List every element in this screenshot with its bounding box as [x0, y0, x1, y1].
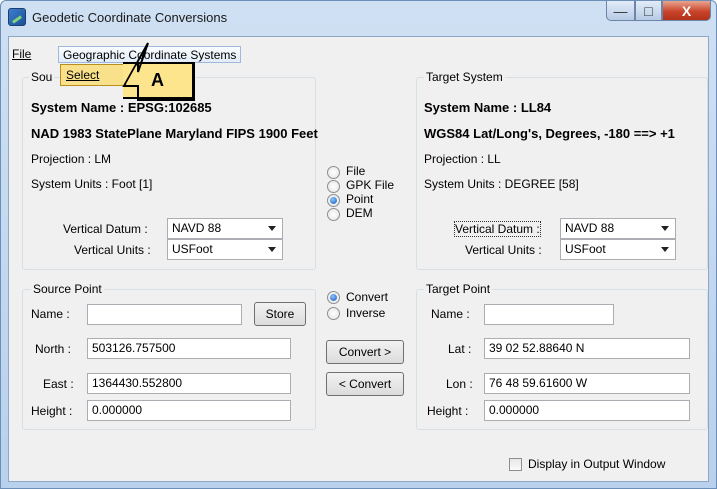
window-title: Geodetic Coordinate Conversions — [32, 10, 228, 25]
source-point-group-title: Source Point — [31, 282, 104, 296]
source-vertical-datum-value: NAVD 88 — [172, 221, 222, 235]
callout-arrow-head-fill — [126, 66, 137, 84]
source-height-input[interactable]: 0.000000 — [87, 400, 291, 421]
target-system-name: System Name : LL84 — [424, 100, 552, 115]
source-system-units: System Units : Foot [1] — [31, 177, 153, 191]
source-height-label: Height : — [31, 404, 73, 418]
lat-label: Lat : — [448, 342, 472, 356]
menu-file[interactable]: File — [8, 46, 35, 63]
display-output-label[interactable]: Display in Output Window — [528, 457, 665, 471]
menu-file-label: File — [12, 47, 32, 61]
source-vertical-datum-select[interactable]: NAVD 88 — [167, 218, 283, 239]
close-button[interactable]: X — [662, 1, 711, 21]
source-name-input[interactable] — [87, 304, 242, 325]
menu-item-select-label: Select — [66, 68, 100, 82]
convert-back-button[interactable]: < Convert — [326, 372, 404, 396]
target-height-input[interactable]: 0.000000 — [484, 400, 690, 421]
radio-gpk-file-label[interactable]: GPK File — [346, 178, 394, 192]
source-vertical-datum-label: Vertical Datum : — [63, 222, 148, 236]
chevron-down-icon — [268, 247, 276, 252]
source-vertical-units-value: USFoot — [172, 242, 213, 256]
radio-point[interactable] — [327, 194, 340, 207]
chevron-down-icon — [661, 247, 669, 252]
target-vertical-units-label: Vertical Units : — [465, 243, 542, 257]
title-bar[interactable]: Geodetic Coordinate Conversions — □ X — [0, 0, 717, 36]
radio-gpk-file[interactable] — [327, 180, 340, 193]
target-vertical-units-value: USFoot — [565, 242, 606, 256]
source-system-group-title: Sou — [29, 70, 55, 84]
east-input[interactable]: 1364430.552800 — [87, 373, 291, 394]
north-input[interactable]: 503126.757500 — [87, 338, 291, 359]
lon-label: Lon : — [446, 377, 473, 391]
convert-forward-label: Convert > — [338, 345, 392, 359]
display-output-checkbox[interactable] — [509, 458, 522, 471]
radio-inverse[interactable] — [327, 307, 340, 320]
chevron-down-icon — [661, 226, 669, 231]
lon-input[interactable]: 76 48 59.61600 W — [484, 373, 690, 394]
source-vertical-units-select[interactable]: USFoot — [167, 239, 283, 260]
target-vertical-datum-label: Vertical Datum : — [454, 221, 541, 237]
radio-dem-label[interactable]: DEM — [346, 206, 373, 220]
radio-point-label[interactable]: Point — [346, 192, 373, 206]
target-point-group-title: Target Point — [424, 282, 493, 296]
radio-convert[interactable] — [327, 291, 340, 304]
chevron-down-icon — [268, 226, 276, 231]
source-projection: Projection : LM — [31, 152, 112, 166]
target-name-label: Name : — [431, 307, 470, 321]
source-system-description: NAD 1983 StatePlane Maryland FIPS 1900 F… — [31, 126, 318, 141]
target-system-group-title: Target System — [424, 70, 505, 84]
radio-inverse-label[interactable]: Inverse — [346, 306, 385, 320]
store-button-label: Store — [265, 307, 295, 321]
radio-file[interactable] — [327, 166, 340, 179]
north-label: North : — [35, 342, 72, 356]
radio-convert-label[interactable]: Convert — [346, 290, 388, 304]
convert-back-label: < Convert — [338, 377, 392, 391]
target-system-description: WGS84 Lat/Long's, Degrees, -180 ==> +1 — [424, 126, 675, 141]
target-system-units: System Units : DEGREE [58] — [424, 177, 579, 191]
target-projection: Projection : LL — [424, 152, 501, 166]
radio-file-label[interactable]: File — [346, 164, 365, 178]
store-button[interactable]: Store — [254, 302, 306, 326]
minimize-button[interactable]: — — [606, 1, 635, 21]
app-globe-icon — [8, 8, 26, 26]
callout-arrow-icon — [122, 42, 195, 101]
lat-input[interactable]: 39 02 52.88640 N — [484, 338, 690, 359]
maximize-button[interactable]: □ — [635, 1, 662, 21]
target-vertical-datum-select[interactable]: NAVD 88 — [560, 218, 676, 239]
convert-forward-button[interactable]: Convert > — [326, 340, 404, 364]
east-label: East : — [43, 377, 74, 391]
radio-dem[interactable] — [327, 208, 340, 221]
target-name-input[interactable] — [484, 304, 614, 325]
target-vertical-units-select[interactable]: USFoot — [560, 239, 676, 260]
target-height-label: Height : — [427, 404, 469, 418]
source-name-label: Name : — [31, 307, 70, 321]
source-vertical-units-label: Vertical Units : — [74, 243, 151, 257]
target-vertical-datum-value: NAVD 88 — [565, 221, 615, 235]
